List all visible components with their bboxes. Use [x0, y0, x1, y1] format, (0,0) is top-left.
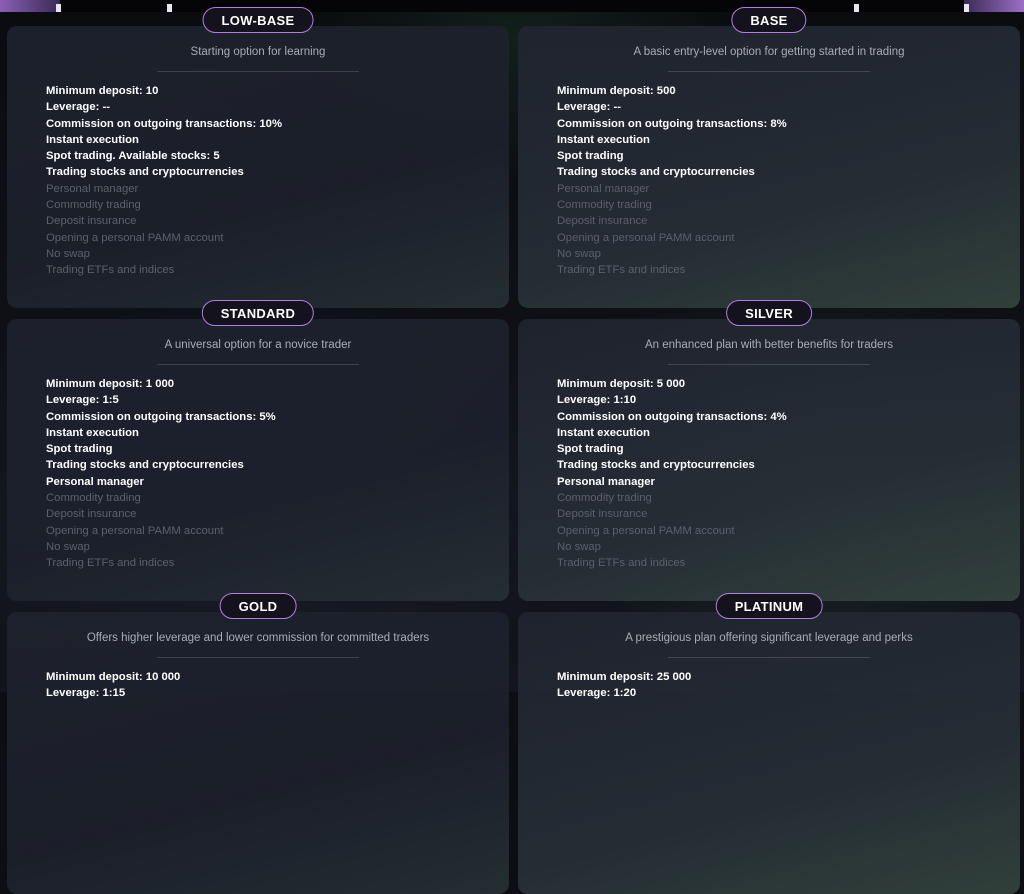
feature-item-disabled: No swap	[557, 540, 601, 553]
feature-item-disabled: Opening a personal PAMM account	[46, 524, 224, 537]
feature-item-enabled: Leverage: 1:10	[557, 394, 637, 407]
plan-subtitle: A universal option for a novice trader	[164, 339, 352, 351]
feature-item-enabled: Leverage: --	[557, 101, 622, 114]
plan-badge-silver[interactable]: SILVER	[726, 300, 812, 326]
plan-card-gold: Offers higher leverage and lower commiss…	[7, 612, 509, 894]
feature-item-enabled: Leverage: 1:5	[46, 394, 119, 407]
feature-item-disabled: Commodity trading	[557, 492, 652, 505]
top-strip	[0, 0, 1024, 12]
top-accent-left	[0, 0, 60, 12]
feature-item-disabled: Trading ETFs and indices	[557, 264, 686, 277]
feature-list: Minimum deposit: 1 000 Leverage: 1:5 Commi…	[46, 376, 276, 572]
plan-divider	[668, 71, 870, 72]
top-marker	[854, 4, 859, 12]
feature-item-disabled: Commodity trading	[46, 199, 141, 212]
feature-item-enabled: Personal manager	[46, 475, 144, 488]
top-marker	[964, 4, 969, 12]
plan-badge-base[interactable]: BASE	[731, 7, 807, 33]
feature-item-disabled: Trading ETFs and indices	[46, 264, 175, 277]
feature-item-disabled: No swap	[557, 247, 601, 260]
feature-item-disabled: Personal manager	[557, 182, 650, 195]
feature-item-enabled: Trading stocks and cryptocurrencies	[557, 166, 755, 179]
feature-item-disabled: Commodity trading	[46, 492, 141, 505]
feature-item-disabled: Opening a personal PAMM account	[557, 524, 735, 537]
plan-divider	[157, 71, 359, 72]
top-marker	[167, 4, 172, 12]
feature-item-enabled: Leverage: 1:20	[557, 687, 637, 700]
feature-item-enabled: Commission on outgoing transactions: 8%	[557, 117, 787, 130]
plan-badge-gold[interactable]: GOLD	[219, 593, 297, 619]
feature-list: Minimum deposit: 10 Leverage: -- Commissio…	[46, 83, 282, 279]
plan-divider	[157, 364, 359, 365]
feature-item-disabled: Deposit insurance	[557, 508, 648, 521]
feature-item-enabled: Leverage: 1:15	[46, 687, 126, 700]
top-accent-right	[964, 0, 1024, 12]
plan-subtitle: Starting option for learning	[190, 46, 326, 58]
plan-subtitle: A prestigious plan offering significant …	[625, 632, 913, 644]
feature-item-enabled: Minimum deposit: 10 000	[46, 671, 181, 683]
feature-list: Minimum deposit: 10 000 Leverage: 1:15	[46, 669, 180, 702]
feature-item-enabled: Trading stocks and cryptocurrencies	[557, 459, 755, 472]
feature-item-enabled: Spot trading	[557, 443, 624, 456]
feature-item-disabled: Opening a personal PAMM account	[46, 231, 224, 244]
feature-item-disabled: Trading ETFs and indices	[46, 557, 175, 570]
plan-badge-platinum[interactable]: PLATINUM	[715, 593, 823, 619]
feature-item-enabled: Minimum deposit: 25 000	[557, 671, 692, 683]
feature-list: Minimum deposit: 500 Leverage: -- Commissi…	[557, 83, 787, 279]
feature-item-enabled: Instant execution	[557, 133, 650, 146]
feature-list: Minimum deposit: 5 000 Leverage: 1:10 Comm…	[557, 376, 787, 572]
feature-item-enabled: Minimum deposit: 500	[557, 85, 676, 97]
feature-list: Minimum deposit: 25 000 Leverage: 1:20	[557, 669, 691, 702]
feature-item-enabled: Spot trading	[46, 443, 113, 456]
plan-divider	[668, 657, 870, 658]
plan-divider	[668, 364, 870, 365]
plan-card-base: A basic entry-level option for getting s…	[518, 26, 1020, 308]
feature-item-enabled: Instant execution	[46, 426, 139, 439]
plan-subtitle: A basic entry-level option for getting s…	[633, 46, 905, 58]
feature-item-disabled: Deposit insurance	[557, 215, 648, 228]
feature-item-enabled: Trading stocks and cryptocurrencies	[46, 166, 244, 179]
plan-card-low-base: Starting option for learning Minimum dep…	[7, 26, 509, 308]
feature-item-disabled: Opening a personal PAMM account	[557, 231, 735, 244]
feature-item-enabled: Commission on outgoing transactions: 4%	[557, 410, 787, 423]
feature-item-enabled: Trading stocks and cryptocurrencies	[46, 459, 244, 472]
feature-item-disabled: Personal manager	[46, 182, 139, 195]
plan-card-standard: A universal option for a novice trader M…	[7, 319, 509, 601]
feature-item-enabled: Instant execution	[557, 426, 650, 439]
feature-item-enabled: Personal manager	[557, 475, 655, 488]
plan-subtitle: An enhanced plan with better benefits fo…	[644, 339, 894, 351]
plan-badge-low-base[interactable]: LOW-BASE	[202, 7, 314, 33]
feature-item-enabled: Instant execution	[46, 133, 139, 146]
feature-item-enabled: Commission on outgoing transactions: 5%	[46, 410, 276, 423]
feature-item-disabled: No swap	[46, 540, 90, 553]
feature-item-enabled: Minimum deposit: 5 000	[557, 378, 686, 390]
feature-item-disabled: Trading ETFs and indices	[557, 557, 686, 570]
feature-item-disabled: Deposit insurance	[46, 215, 137, 228]
feature-item-enabled: Leverage: --	[46, 101, 111, 114]
plan-subtitle: Offers higher leverage and lower commiss…	[86, 632, 430, 644]
plan-badge-standard[interactable]: STANDARD	[201, 300, 315, 326]
feature-item-enabled: Minimum deposit: 1 000	[46, 378, 175, 390]
plan-card-platinum: A prestigious plan offering significant …	[518, 612, 1020, 894]
feature-item-disabled: Commodity trading	[557, 199, 652, 212]
top-marker	[56, 4, 61, 12]
plan-divider	[157, 657, 359, 658]
feature-item-enabled: Minimum deposit: 10	[46, 85, 159, 97]
feature-item-enabled: Spot trading	[557, 150, 624, 163]
feature-item-disabled: Deposit insurance	[46, 508, 137, 521]
feature-item-disabled: No swap	[46, 247, 90, 260]
feature-item-enabled: Spot trading. Available stocks: 5	[46, 150, 220, 163]
feature-item-enabled: Commission on outgoing transactions: 10%	[46, 117, 282, 130]
plan-card-silver: An enhanced plan with better benefits fo…	[518, 319, 1020, 601]
